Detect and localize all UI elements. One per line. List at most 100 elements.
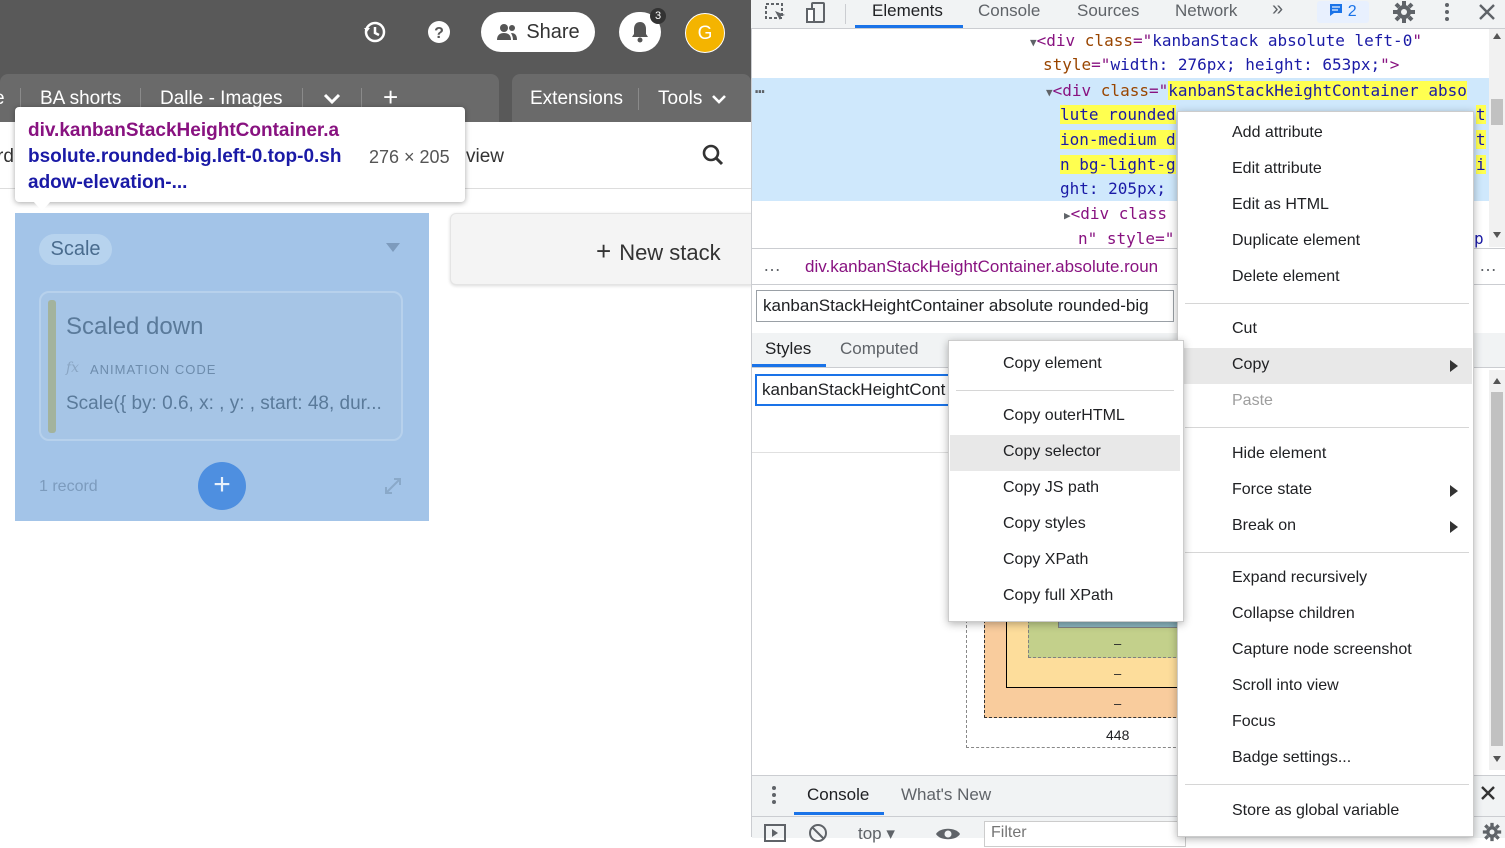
element-context-menu xyxy=(1177,111,1474,837)
submenu-copy-full-xpath[interactable]: Copy full XPath xyxy=(1003,587,1113,605)
dom-node-child-style: n" style=" xyxy=(1078,229,1175,248)
submenu-copy-outerhtml[interactable]: Copy outerHTML xyxy=(1003,407,1125,425)
menu-focus[interactable]: Focus xyxy=(1232,713,1276,731)
dom-node-child[interactable]: ▶<div class xyxy=(1064,204,1167,223)
menu-copy[interactable]: Copy xyxy=(1232,356,1269,374)
class-edit-input[interactable]: kanbanStackHeightContainer absolute roun… xyxy=(756,290,1174,322)
tools-button[interactable]: Tools xyxy=(658,88,702,110)
tooltip-selector-line-1: div.kanbanStackHeightContainer.a xyxy=(28,120,340,141)
tab-computed[interactable]: Computed xyxy=(840,339,918,359)
menu-force-state[interactable]: Force state xyxy=(1232,481,1312,499)
menu-separator xyxy=(1185,784,1469,785)
box-model-margin-value[interactable]: – xyxy=(1114,696,1121,711)
context-selector[interactable]: top ▾ xyxy=(858,824,895,844)
dom-node-ellipsis[interactable]: … xyxy=(755,78,765,97)
drawer-tab-console[interactable]: Console xyxy=(807,785,869,805)
menu-edit-attribute[interactable]: Edit attribute xyxy=(1232,160,1322,178)
copy-submenu-arrow-icon xyxy=(1450,360,1458,372)
box-model-padding-value[interactable]: – xyxy=(1114,636,1121,651)
submenu-copy-styles[interactable]: Copy styles xyxy=(1003,515,1086,533)
menu-capture-node-screenshot[interactable]: Capture node screenshot xyxy=(1232,641,1412,659)
menu-delete-element[interactable]: Delete element xyxy=(1232,268,1340,286)
history-icon[interactable] xyxy=(362,19,388,50)
console-settings-gear-icon[interactable] xyxy=(1482,822,1502,847)
record-field-label: ANIMATION CODE xyxy=(90,362,217,377)
menu-duplicate-element[interactable]: Duplicate element xyxy=(1232,232,1360,250)
inspect-element-icon[interactable] xyxy=(764,2,788,29)
close-drawer-icon[interactable] xyxy=(1480,785,1496,806)
add-record-button[interactable]: + xyxy=(198,462,246,510)
expand-arrows-icon[interactable] xyxy=(383,476,403,501)
menu-store-as-global-variable[interactable]: Store as global variable xyxy=(1232,802,1399,820)
view-name-partial[interactable]: rd xyxy=(0,146,14,168)
device-toolbar-icon[interactable] xyxy=(804,1,828,30)
menu-item-hover-highlight xyxy=(1184,348,1472,384)
styles-filter-input[interactable]: kanbanStackHeightCont xyxy=(755,374,955,406)
stack-name-pill[interactable]: Scale xyxy=(39,234,112,265)
close-devtools-icon[interactable] xyxy=(1478,3,1496,26)
dom-node-kanbanstack[interactable]: ▼<div class="kanbanStack absolute left-0… xyxy=(1030,31,1422,50)
formula-fx-icon: fx xyxy=(66,360,80,376)
breadcrumb-more-right[interactable]: … xyxy=(1479,255,1497,276)
settings-gear-icon[interactable] xyxy=(1392,0,1416,29)
styles-divider xyxy=(752,452,952,453)
submenu-copy-selector[interactable]: Copy selector xyxy=(1003,443,1101,461)
clear-console-icon[interactable] xyxy=(808,823,828,848)
menu-break-on[interactable]: Break on xyxy=(1232,517,1296,535)
menu-separator xyxy=(1185,552,1469,553)
submenu-copy-element[interactable]: Copy element xyxy=(1003,355,1102,373)
issues-badge[interactable]: 2 xyxy=(1317,1,1369,23)
tooltip-element-size: 276 × 205 xyxy=(369,147,450,167)
extensions-button[interactable]: Extensions xyxy=(530,88,623,110)
tools-chevron-icon[interactable] xyxy=(710,91,728,113)
menu-scroll-into-view[interactable]: Scroll into view xyxy=(1232,677,1339,695)
dom-node-selected-line1[interactable]: ▼<div class="kanbanStackHeightContainer … xyxy=(1046,81,1467,100)
menu-edit-as-html[interactable]: Edit as HTML xyxy=(1232,196,1329,214)
help-icon[interactable]: ? xyxy=(426,19,452,50)
breadcrumb-more[interactable]: … xyxy=(763,255,781,276)
stack-record-count: 1 record xyxy=(39,478,98,495)
menu-cut[interactable]: Cut xyxy=(1232,320,1257,338)
more-tabs-button[interactable]: » xyxy=(1272,0,1283,21)
dom-node-selected-line4: n bg-light-g xyxy=(1060,155,1176,174)
menu-add-attribute[interactable]: Add attribute xyxy=(1232,124,1323,142)
box-model-border-value[interactable]: – xyxy=(1114,666,1121,681)
submenu-copy-xpath[interactable]: Copy XPath xyxy=(1003,551,1088,569)
tab-sources[interactable]: Sources xyxy=(1077,1,1139,21)
drawer-menu-icon[interactable] xyxy=(771,784,777,811)
search-icon[interactable] xyxy=(702,144,724,171)
styles-scrollbar[interactable] xyxy=(1489,370,1505,770)
menu-badge-settings[interactable]: Badge settings... xyxy=(1232,749,1351,767)
message-icon xyxy=(1330,4,1343,16)
tab-console[interactable]: Console xyxy=(978,1,1040,21)
share-label: Share xyxy=(526,20,580,43)
user-avatar[interactable]: G xyxy=(685,13,725,53)
drawer-tab-whats-new[interactable]: What's New xyxy=(901,785,991,805)
tab-styles[interactable]: Styles xyxy=(765,339,811,359)
dom-node-kanbanstack-style[interactable]: style="width: 276px; height: 653px;"> xyxy=(1043,55,1399,74)
plus-icon: + xyxy=(596,236,612,266)
dom-node-selected-line2: lute rounded xyxy=(1060,105,1176,124)
kebab-menu-icon[interactable] xyxy=(1443,0,1451,29)
tab-elements[interactable]: Elements xyxy=(872,1,943,21)
extensions-tools-bar: Extensions Tools xyxy=(512,74,751,122)
console-filter-input[interactable]: Filter xyxy=(984,821,1186,847)
menu-collapse-children[interactable]: Collapse children xyxy=(1232,605,1355,623)
menu-expand-recursively[interactable]: Expand recursively xyxy=(1232,569,1367,587)
tab-network[interactable]: Network xyxy=(1175,1,1237,21)
table-tab-partial[interactable]: e xyxy=(0,88,5,110)
submenu-copy-js-path[interactable]: Copy JS path xyxy=(1003,479,1099,497)
dom-node-overflow-3: i xyxy=(1476,155,1486,174)
menu-paste: Paste xyxy=(1232,392,1273,409)
execute-icon[interactable] xyxy=(764,824,786,847)
active-tab-indicator xyxy=(855,25,963,28)
share-button[interactable]: Share xyxy=(481,12,595,52)
view-option-partial[interactable]: view xyxy=(466,146,504,168)
menu-hide-element[interactable]: Hide element xyxy=(1232,445,1326,463)
stack-menu-chevron-icon[interactable] xyxy=(386,243,400,252)
people-icon xyxy=(497,24,518,40)
dom-tree-scrollbar[interactable] xyxy=(1489,29,1505,247)
add-table-icon[interactable]: + xyxy=(383,84,398,110)
styles-active-indicator xyxy=(752,364,826,367)
breadcrumb-selected-node[interactable]: div.kanbanStackHeightContainer.absolute.… xyxy=(805,257,1158,277)
